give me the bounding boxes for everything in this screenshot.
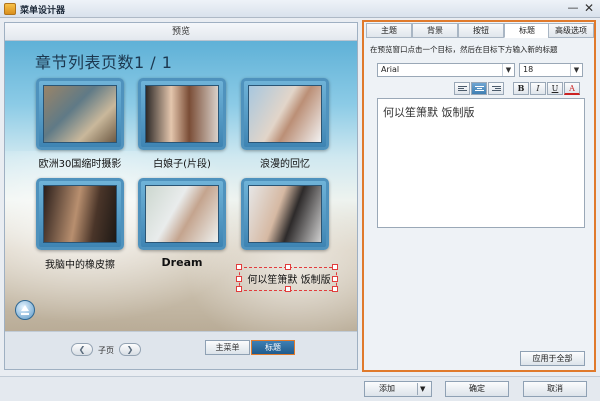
resize-handle[interactable] — [332, 264, 338, 270]
close-button[interactable]: ✕ — [582, 1, 596, 15]
resize-handle[interactable] — [285, 286, 291, 292]
selected-title-box[interactable]: 何以笙箫默 饭制版 — [236, 264, 338, 292]
align-center-button[interactable] — [471, 82, 487, 95]
align-center-icon — [475, 86, 484, 92]
preview-footer: ❮ 子页 ❯ 主菜单 标题 — [5, 331, 357, 369]
thumbnail-image — [248, 85, 322, 143]
chapter-label-1[interactable]: 欧洲30国缩时摄影 — [25, 155, 135, 170]
arrow-up-icon[interactable] — [15, 300, 35, 320]
align-right-button[interactable] — [488, 82, 504, 95]
properties-panel: 主题 背景 按钮 标题 高级选项 在预览窗口点击一个目标，然后在目标下方输入新的… — [362, 20, 596, 372]
chapter-thumb-1[interactable] — [36, 78, 124, 150]
thumbnail-image — [43, 185, 117, 243]
tab-title[interactable]: 标题 — [504, 23, 550, 38]
add-button-label: 添加 — [379, 384, 395, 393]
minimize-button[interactable]: — — [566, 1, 580, 15]
resize-handle[interactable] — [332, 286, 338, 292]
thumbnail-image — [145, 85, 219, 143]
align-left-button[interactable] — [454, 82, 470, 95]
align-right-icon — [492, 86, 501, 92]
ok-button[interactable]: 确定 — [445, 381, 509, 397]
chapter-thumb-2[interactable] — [138, 78, 226, 150]
thumbnail-image — [145, 185, 219, 243]
chapter-label-6[interactable]: 何以笙箫默 饭制版 — [234, 271, 344, 286]
text-color-button[interactable]: A — [564, 82, 580, 95]
tab-buttons[interactable]: 按钮 — [458, 23, 504, 38]
tab-theme[interactable]: 主题 — [366, 23, 412, 38]
chevron-left-icon: ❮ — [78, 345, 86, 354]
prev-page-button[interactable]: ❮ — [71, 343, 93, 356]
align-left-icon — [458, 86, 467, 92]
font-size-select[interactable]: 18 ▼ — [519, 63, 583, 77]
main-menu-button[interactable]: 主菜单 — [205, 340, 250, 355]
bottom-bar: 添加 ▼ 确定 取消 — [0, 376, 600, 401]
chapter-thumb-6[interactable] — [241, 178, 329, 250]
chapter-thumb-4[interactable] — [36, 178, 124, 250]
chapter-label-4[interactable]: 我脑中的橡皮擦 — [25, 256, 135, 271]
chapter-thumb-3[interactable] — [241, 78, 329, 150]
font-family-value: Arial — [381, 65, 400, 74]
font-size-value: 18 — [523, 65, 534, 74]
resize-handle[interactable] — [236, 264, 242, 270]
underline-button[interactable]: U — [547, 82, 563, 95]
divider — [417, 383, 418, 395]
add-button[interactable]: 添加 ▼ — [364, 381, 432, 397]
page-heading[interactable]: 章节列表页数1 / 1 — [35, 49, 172, 73]
chevron-right-icon: ❯ — [126, 345, 134, 354]
chapter-label-5[interactable]: Dream — [127, 256, 237, 269]
window-title: 菜单设计器 — [20, 6, 66, 16]
chevron-down-icon: ▼ — [502, 64, 514, 76]
tab-bar: 主题 背景 按钮 标题 高级选项 — [364, 22, 594, 39]
resize-handle[interactable] — [285, 264, 291, 270]
instruction-text: 在预览窗口点击一个目标，然后在目标下方输入新的标题 — [370, 45, 558, 54]
apply-to-all-button[interactable]: 应用于全部 — [520, 351, 585, 366]
tab-background[interactable]: 背景 — [412, 23, 458, 38]
tab-advanced[interactable]: 高级选项 — [548, 23, 594, 38]
preview-header: 预览 — [5, 23, 357, 41]
app-icon — [4, 3, 16, 15]
title-mode-button[interactable]: 标题 — [251, 340, 295, 355]
thumbnail-image — [248, 185, 322, 243]
chapter-label-2[interactable]: 白娘子(片段) — [127, 155, 237, 170]
chevron-down-icon[interactable]: ▼ — [420, 382, 425, 396]
font-family-select[interactable]: Arial ▼ — [377, 63, 515, 77]
next-page-button[interactable]: ❯ — [119, 343, 141, 356]
thumbnail-image — [43, 85, 117, 143]
subpage-label: 子页 — [98, 346, 114, 355]
bold-button[interactable]: B — [513, 82, 529, 95]
resize-handle[interactable] — [236, 286, 242, 292]
chapter-thumb-5[interactable] — [138, 178, 226, 250]
chevron-down-icon: ▼ — [570, 64, 582, 76]
italic-button[interactable]: I — [530, 82, 546, 95]
preview-canvas[interactable]: 章节列表页数1 / 1 欧洲30国缩时摄影 白娘子(片段) 浪漫的回忆 我脑中的… — [5, 41, 357, 331]
title-bar: 菜单设计器 — ✕ — [0, 0, 600, 18]
chapter-label-3[interactable]: 浪漫的回忆 — [230, 155, 340, 170]
title-text-editor[interactable]: 何以笙箫默 饭制版 — [377, 98, 585, 228]
cancel-button[interactable]: 取消 — [523, 381, 587, 397]
preview-panel: 预览 章节列表页数1 / 1 欧洲30国缩时摄影 白娘子(片段) 浪漫的回忆 我… — [4, 22, 358, 370]
